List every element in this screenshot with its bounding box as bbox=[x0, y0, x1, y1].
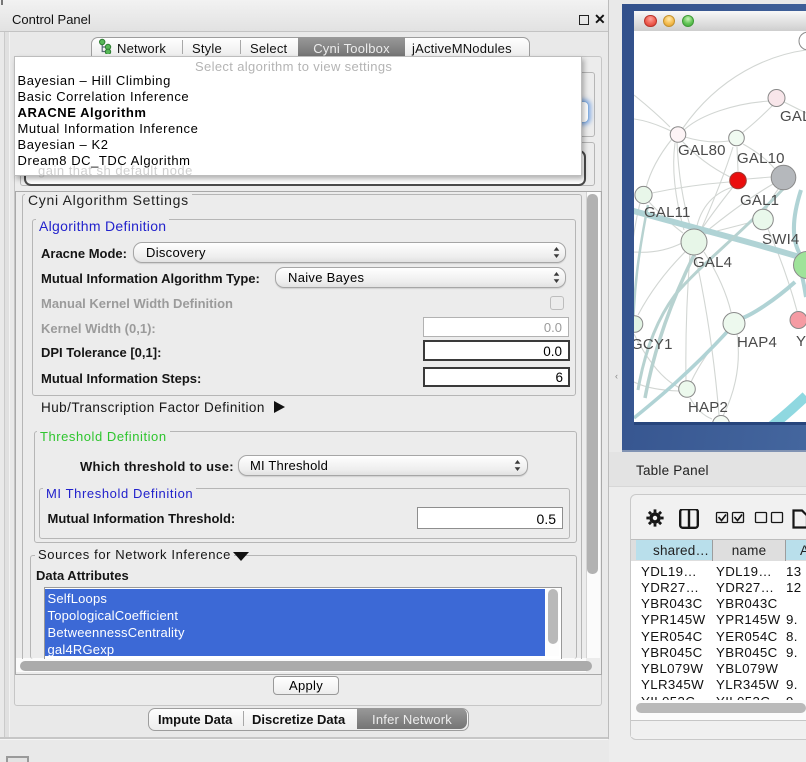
svg-text:GAL7: GAL7 bbox=[780, 108, 806, 125]
svg-text:HAP2: HAP2 bbox=[688, 399, 728, 416]
svg-text:GAL1: GAL1 bbox=[740, 192, 779, 209]
svg-text:HAP4: HAP4 bbox=[737, 334, 777, 351]
svg-text:GAL4: GAL4 bbox=[693, 254, 732, 271]
svg-text:SWI4: SWI4 bbox=[762, 231, 799, 248]
svg-text:GAL11: GAL11 bbox=[644, 204, 691, 221]
svg-text:GAL80: GAL80 bbox=[678, 142, 726, 159]
svg-text:GCY1: GCY1 bbox=[634, 336, 673, 353]
svg-text:GAL10: GAL10 bbox=[737, 150, 785, 167]
svg-text:Y: Y bbox=[796, 333, 806, 350]
